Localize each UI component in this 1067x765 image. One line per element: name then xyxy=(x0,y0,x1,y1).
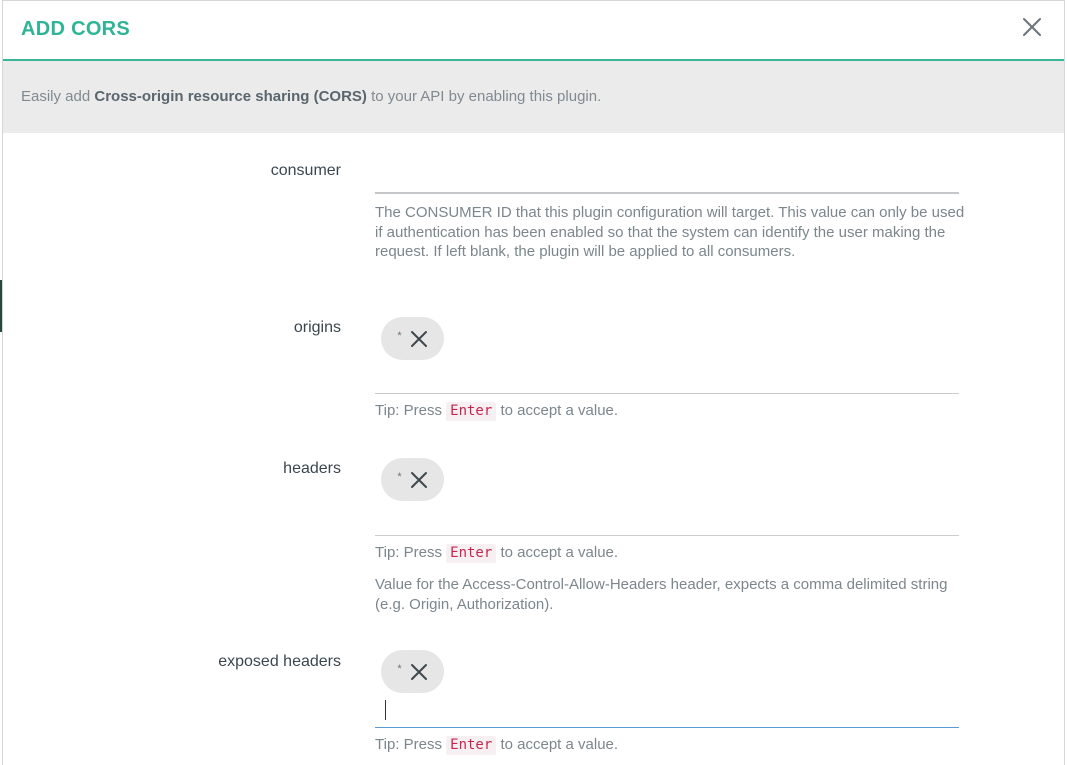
tip-suffix: to accept a value. xyxy=(496,544,619,561)
exposed-headers-input-underline[interactable] xyxy=(375,727,959,728)
exposed-headers-label: exposed headers xyxy=(218,653,341,670)
enter-key: Enter xyxy=(446,544,497,563)
intro-suffix: to your API by enabling this plugin. xyxy=(366,88,602,105)
headers-tag: * xyxy=(381,458,444,501)
intro-highlight: Cross-origin resource sharing (CORS) xyxy=(94,88,367,105)
enter-key: Enter xyxy=(446,402,497,421)
consumer-input-underline[interactable] xyxy=(375,192,959,194)
headers-input-underline[interactable] xyxy=(375,535,959,536)
modal-title: ADD CORS xyxy=(21,18,131,40)
intro-prefix: Easily add xyxy=(21,88,95,105)
tip-prefix: Tip: Press xyxy=(375,402,447,419)
consumer-label: consumer xyxy=(270,162,341,179)
enter-key: Enter xyxy=(446,736,497,755)
headers-help: Value for the Access-Control-Allow-Heade… xyxy=(375,576,948,613)
origins-tag: * xyxy=(381,317,444,360)
origins-input-underline[interactable] xyxy=(375,393,959,394)
exposed-headers-tip: Tip: Press Enter to accept a value. xyxy=(375,735,965,755)
headers-label: headers xyxy=(283,460,341,477)
tip-suffix: to accept a value. xyxy=(496,402,619,419)
remove-tag-icon[interactable] xyxy=(410,330,428,348)
origins-tip: Tip: Press Enter to accept a value. xyxy=(375,401,965,421)
headers-tip: Tip: Press Enter to accept a value. xyxy=(375,543,965,563)
exposed-headers-tag-text: * xyxy=(397,662,402,675)
origins-tag-text: * xyxy=(397,329,402,342)
remove-tag-icon[interactable] xyxy=(410,471,428,489)
tip-suffix: to accept a value. xyxy=(496,736,619,753)
add-cors-modal: ADD CORS Easily add Cross-origin resourc… xyxy=(2,0,1065,765)
tip-prefix: Tip: Press xyxy=(375,544,447,561)
headers-tag-text: * xyxy=(397,470,402,483)
text-caret xyxy=(385,700,386,720)
plugin-description: Easily add Cross-origin resource sharing… xyxy=(3,61,1064,133)
remove-tag-icon[interactable] xyxy=(410,663,428,681)
consumer-help: The CONSUMER ID that this plugin configu… xyxy=(375,204,965,260)
exposed-headers-tag: * xyxy=(381,650,444,693)
modal-header: ADD CORS xyxy=(3,1,1064,61)
close-button[interactable] xyxy=(1018,13,1046,41)
close-icon xyxy=(1023,18,1041,36)
origins-label: origins xyxy=(293,319,341,336)
tip-prefix: Tip: Press xyxy=(375,736,447,753)
